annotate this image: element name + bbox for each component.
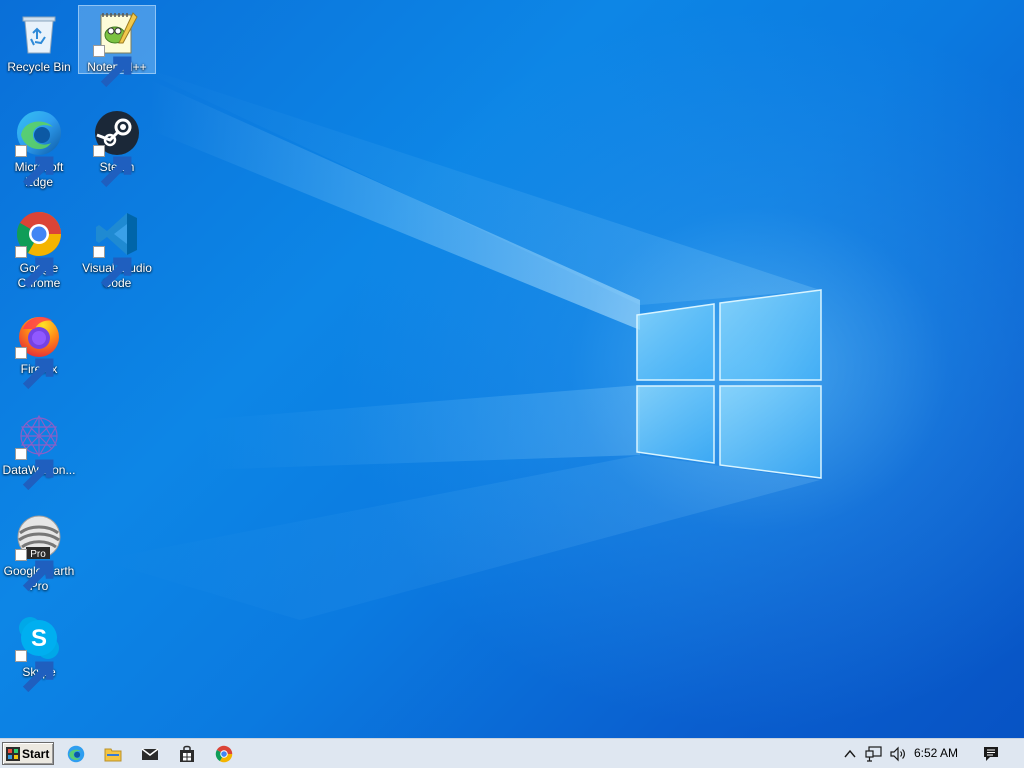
edge-icon [67,745,85,763]
volume-icon [890,746,905,762]
chrome-icon [15,210,63,289]
shortcut-arrow-icon [15,145,54,188]
shortcut-arrow-icon [15,549,54,592]
shortcut-arrow-icon [15,347,54,390]
desktop-icon-datawagon[interactable]: DataWagon... [1,409,77,491]
store-icon [180,745,194,762]
steam-icon [93,109,141,188]
shortcut-arrow-icon [15,650,54,693]
desktop-icon-microsoft-edge[interactable]: Microsoft Edge [1,106,77,190]
action-center-icon [984,747,998,761]
datawagon-icon [15,412,63,491]
mail-icon [141,748,159,760]
shortcut-arrow-icon [93,45,132,88]
notepad-plus-plus-icon [93,9,141,88]
desktop-icon-steam[interactable]: Steam [79,106,155,188]
start-logo-icon [6,746,20,761]
shortcut-arrow-icon [93,145,132,188]
file-explorer-taskbar-button[interactable] [102,743,124,765]
start-button[interactable]: Start [2,742,54,765]
shortcut-arrow-icon [15,448,54,491]
desktop-icon-google-earth-pro[interactable]: Pro Google Earth Pro [1,510,77,594]
mail-taskbar-button[interactable] [139,743,161,765]
edge-icon [15,109,63,188]
chrome-icon [215,745,233,763]
desktop-icon-google-chrome[interactable]: Google Chrome [1,207,77,291]
desktop-icon-firefox[interactable]: Firefox [1,308,77,390]
shortcut-arrow-icon [93,246,132,289]
taskbar: Start 6:52 AM [0,738,1024,768]
network-icon [865,746,882,762]
show-hidden-icons-button[interactable] [842,745,858,763]
recycle-bin-icon [15,9,63,57]
store-taskbar-button[interactable] [176,743,198,765]
desktop-icon-skype[interactable]: S Skype [1,611,77,693]
desktop-icon-notepad-plus-plus[interactable]: Notepad++ [78,5,156,88]
google-earth-pro-icon: Pro [15,513,63,592]
chevron-up-icon [844,749,856,758]
folder-icon [104,748,122,762]
desktop-icon-recycle-bin[interactable]: Recycle Bin [1,6,77,75]
shortcut-arrow-icon [15,246,54,289]
vscode-icon [93,210,141,289]
edge-taskbar-button[interactable] [65,743,87,765]
volume-tray-button[interactable] [888,745,908,763]
taskbar-clock[interactable]: 6:52 AM [914,746,958,760]
chrome-taskbar-button[interactable] [213,743,235,765]
desktop[interactable]: Recycle Bin Notepad++ Microsoft Edge Ste… [0,0,1024,738]
network-tray-button[interactable] [864,745,884,763]
svg-text:S: S [31,625,47,652]
action-center-button[interactable] [980,744,1002,764]
firefox-icon [15,311,63,390]
desktop-icon-visual-studio-code[interactable]: Visual Studio Code [79,207,155,291]
desktop-icon-label: Recycle Bin [7,60,71,74]
windows-logo [636,289,822,479]
start-label: Start [22,746,50,761]
skype-icon: S [15,614,63,693]
